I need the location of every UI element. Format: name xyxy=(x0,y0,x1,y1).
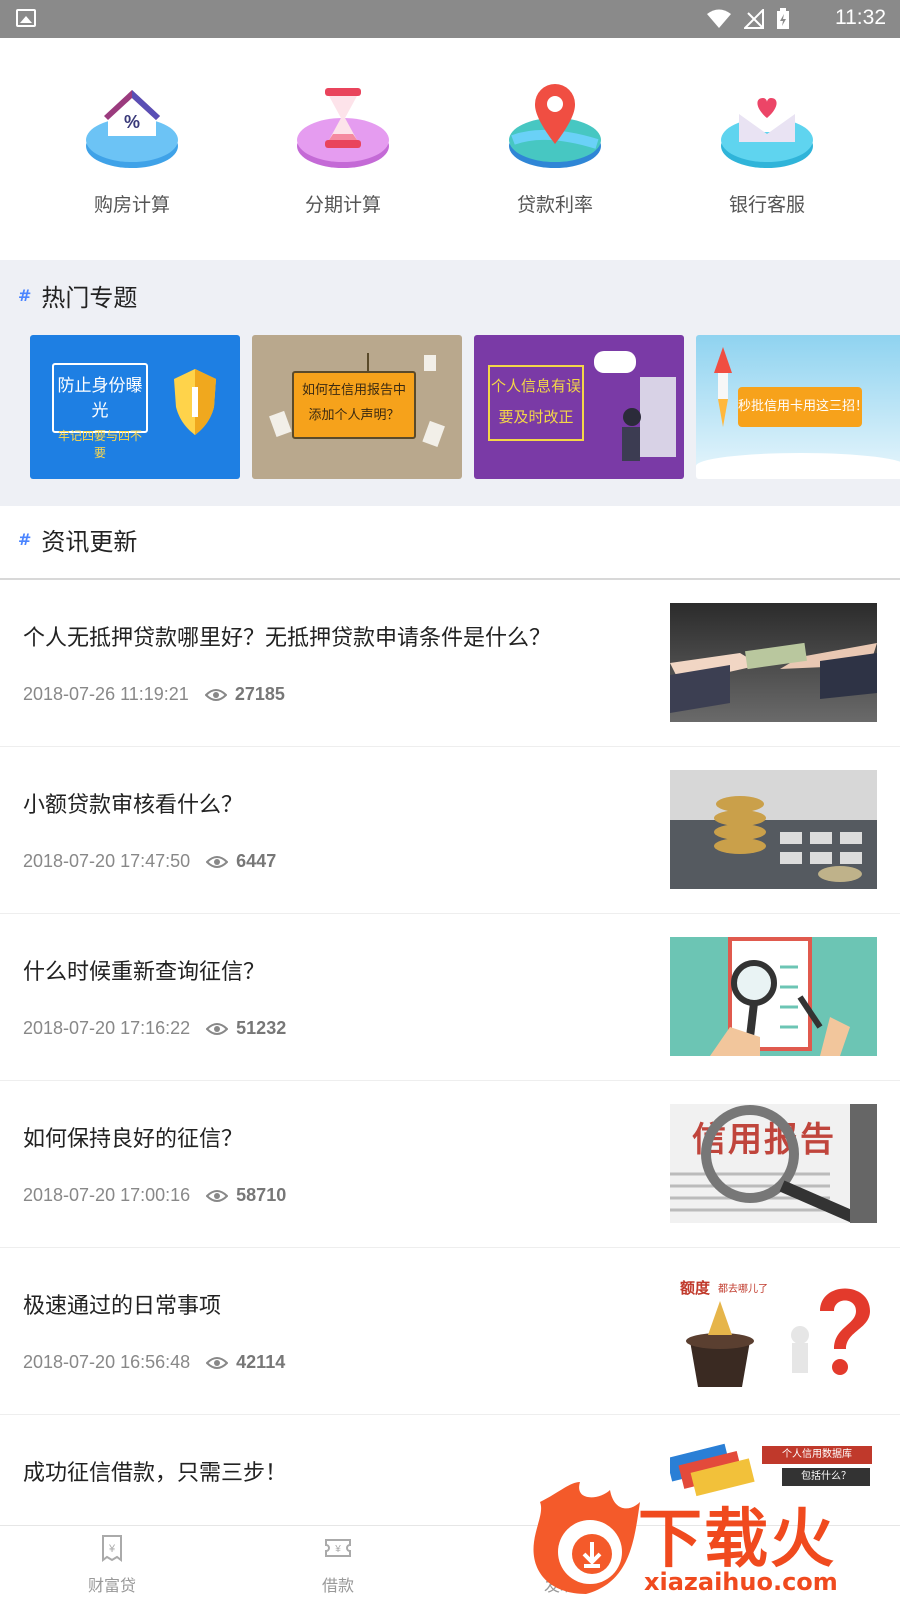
clock: 11:32 xyxy=(835,6,886,29)
news-item-date: 2018-07-20 17:16:22 xyxy=(23,1018,191,1038)
news-item-title: 小额贷款审核看什么？ xyxy=(23,793,244,818)
news-item-meta: 2018-07-20 17:47:50 6447 xyxy=(23,851,276,872)
quick-action-bank-service[interactable]: 银行客服 xyxy=(697,78,837,217)
news-item-title: 什么时候重新查询征信？ xyxy=(23,960,266,985)
news-item-meta: 2018-07-20 17:00:16 58710 xyxy=(23,1185,286,1206)
hot-topics-carousel[interactable]: 防止身份曝光 牢记四要与四不要 如何在信用报告中 添加个人声明？ 个人信息有误 … xyxy=(30,335,900,479)
eye-icon xyxy=(206,1022,229,1035)
paper-doodle-icon xyxy=(269,353,445,448)
hourglass-icon xyxy=(293,78,393,178)
news-thumbnail-quota-question: 额度 都去哪儿了 xyxy=(670,1271,877,1390)
news-item-date: 2018-07-26 11:19:21 xyxy=(23,684,189,704)
quick-action-label: 分期计算 xyxy=(304,194,381,216)
news-item-views: 27185 xyxy=(234,684,285,704)
news-item-meta: 2018-07-26 11:19:21 27185 xyxy=(23,684,285,705)
svg-text:%: % xyxy=(124,112,140,132)
news-item-date: 2018-07-20 17:47:50 xyxy=(23,851,191,871)
news-header: # 资讯更新 xyxy=(18,522,137,557)
ticket-yuan-icon: ¥ xyxy=(325,1539,351,1557)
quick-action-loan-rate[interactable]: 贷款利率 xyxy=(485,78,625,217)
watermark-brand: 下载火 xyxy=(638,1503,836,1577)
status-bar: 11:32 xyxy=(0,0,900,38)
status-icons xyxy=(706,8,790,30)
banner-line1: 防止身份曝光 xyxy=(57,376,143,421)
heart-envelope-icon xyxy=(717,78,817,178)
wifi-icon xyxy=(707,9,731,28)
hot-topics-section: # 热门专题 防止身份曝光 牢记四要与四不要 如何在信用报告中 添加个人声明？ xyxy=(0,260,900,506)
news-item-title: 极速通过的日常事项 xyxy=(23,1294,222,1319)
news-item[interactable]: 如何保持良好的征信？ 2018-07-20 17:00:16 58710 信用报… xyxy=(0,1081,900,1248)
hash-icon: # xyxy=(18,530,32,549)
news-item-date: 2018-07-20 16:56:48 xyxy=(23,1352,191,1372)
news-thumbnail-handshake-money xyxy=(670,603,877,722)
svg-text:¥: ¥ xyxy=(108,1543,116,1555)
news-item[interactable]: 个人无抵押贷款哪里好？无抵押贷款申请条件是什么？ 2018-07-26 11:1… xyxy=(0,580,900,747)
no-signal-icon xyxy=(744,9,764,29)
gallery-notification-icon xyxy=(16,9,36,27)
thumb-db-line1: 个人信用数据库 xyxy=(762,1446,872,1464)
banner-text-box: 防止身份曝光 牢记四要与四不要 xyxy=(52,363,148,460)
banner-line2: 牢记四要与四不要 xyxy=(57,429,142,460)
tab-label: 财富贷 xyxy=(87,1576,136,1595)
quick-action-house-calc[interactable]: % 购房计算 xyxy=(62,78,202,217)
news-item-views: 58710 xyxy=(236,1185,287,1205)
news-item-date: 2018-07-20 17:00:16 xyxy=(23,1185,191,1205)
map-pin-icon xyxy=(505,78,605,178)
shield-icon xyxy=(174,369,216,435)
tab-label: 借款 xyxy=(321,1576,354,1595)
quick-action-label: 银行客服 xyxy=(728,194,805,216)
eye-icon xyxy=(206,1356,229,1369)
news-thumbnail-magnifier-checklist xyxy=(670,937,877,1056)
news-item-meta: 2018-07-20 17:16:22 51232 xyxy=(23,1018,286,1039)
watermark-url: xiazaihuo.com xyxy=(644,1568,838,1596)
quick-action-label: 购房计算 xyxy=(93,194,170,216)
news-title: 资讯更新 xyxy=(41,528,138,556)
news-item-views: 51232 xyxy=(236,1018,287,1038)
tab-wealth-loan[interactable]: ¥ 财富贷 xyxy=(52,1534,172,1596)
rocket-icon xyxy=(714,347,732,427)
topic-banner-1[interactable]: 防止身份曝光 牢记四要与四不要 xyxy=(30,335,240,479)
news-item-title: 个人无抵押贷款哪里好？无抵押贷款申请条件是什么？ xyxy=(23,626,552,651)
receipt-yuan-icon: ¥ xyxy=(102,1535,122,1562)
quick-action-installment-calc[interactable]: 分期计算 xyxy=(273,78,413,217)
news-item-meta: 2018-07-20 16:56:48 42114 xyxy=(23,1352,285,1373)
news-item[interactable]: 极速通过的日常事项 2018-07-20 16:56:48 42114 额度 都… xyxy=(0,1248,900,1415)
news-item-views: 6447 xyxy=(236,851,277,871)
hash-icon: # xyxy=(18,286,32,305)
eye-icon xyxy=(206,1189,229,1202)
news-item[interactable]: 小额贷款审核看什么？ 2018-07-20 17:47:50 6447 xyxy=(0,747,900,914)
news-item-title: 如何保持良好的征信？ xyxy=(23,1127,244,1152)
topic-banner-3[interactable]: 个人信息有误 要及时改正 xyxy=(474,335,684,479)
news-item[interactable]: 什么时候重新查询征信？ 2018-07-20 17:16:22 51232 xyxy=(0,914,900,1081)
tab-borrow[interactable]: ¥ 借款 xyxy=(278,1534,398,1596)
battery-charging-icon xyxy=(777,8,789,29)
topic-banner-2[interactable]: 如何在信用报告中 添加个人声明？ xyxy=(252,335,462,479)
eye-icon xyxy=(204,688,227,701)
banner-line2: 要及时改正 xyxy=(498,408,574,426)
quick-actions: % 购房计算 分期计算 贷款利率 银行客服 xyxy=(0,38,900,260)
person-computer-icon xyxy=(594,351,676,461)
svg-text:¥: ¥ xyxy=(334,1544,341,1555)
news-item-views: 42114 xyxy=(236,1352,286,1372)
banner-text-box: 个人信息有误 要及时改正 xyxy=(488,365,584,441)
banner-text-box: 秒批信用卡用这三招！ xyxy=(738,387,868,427)
quick-action-label: 贷款利率 xyxy=(516,194,593,216)
hot-topics-title: 热门专题 xyxy=(41,284,138,312)
watermark-logo: 下载火 xiazaihuo.com xyxy=(530,1482,900,1600)
eye-icon xyxy=(206,855,229,868)
house-percent-icon: % xyxy=(82,78,182,178)
hot-topics-header: # 热门专题 xyxy=(18,278,137,313)
news-list: 个人无抵押贷款哪里好？无抵押贷款申请条件是什么？ 2018-07-26 11:1… xyxy=(0,580,900,1525)
news-section-header: # 资讯更新 xyxy=(0,506,900,580)
banner-line1: 个人信息有误 xyxy=(490,377,581,395)
news-thumbnail-credit-report: 信用报告 xyxy=(670,1104,877,1223)
topic-banner-4[interactable]: 秒批信用卡用这三招！ xyxy=(696,335,900,479)
cloud-decoration xyxy=(696,453,900,479)
news-thumbnail-coins-calculator xyxy=(670,770,877,889)
